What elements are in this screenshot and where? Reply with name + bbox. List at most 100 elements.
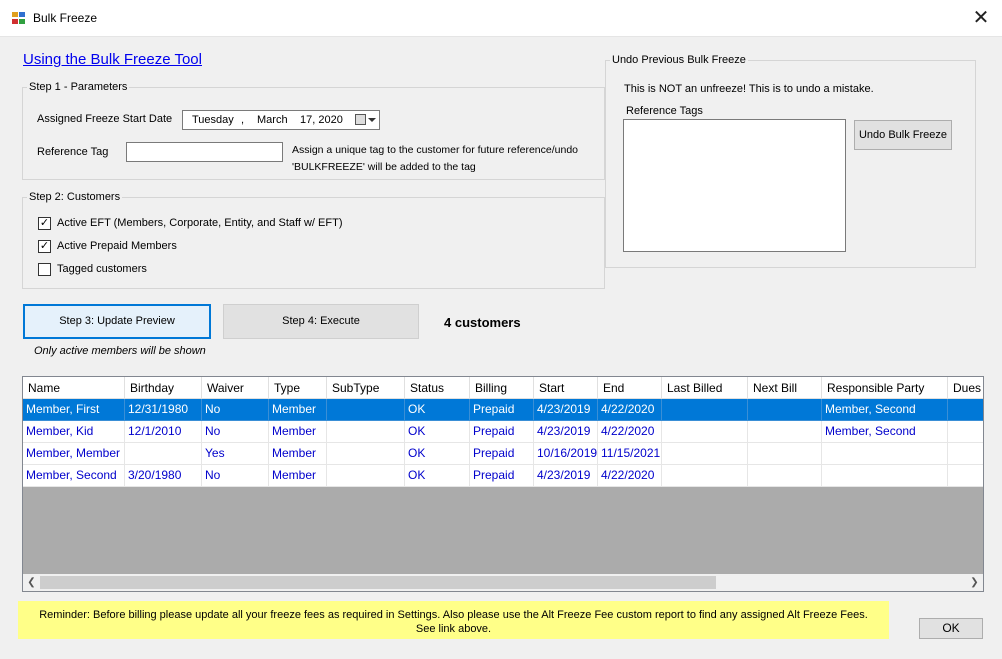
- date-separator: ,: [241, 114, 245, 126]
- freeze-start-date-picker[interactable]: Tuesday , March 17, 2020: [182, 110, 380, 130]
- column-header[interactable]: Birthday: [125, 377, 202, 399]
- table-cell[interactable]: [748, 399, 822, 421]
- table-cell[interactable]: OK: [405, 443, 470, 465]
- table-cell[interactable]: OK: [405, 465, 470, 487]
- table-cell[interactable]: [948, 399, 983, 421]
- column-header[interactable]: Status: [405, 377, 470, 399]
- title-bar: Bulk Freeze ✕: [0, 0, 1002, 37]
- reference-tags-list[interactable]: [623, 119, 846, 252]
- table-cell[interactable]: No: [202, 465, 269, 487]
- table-cell[interactable]: 11/15/2021: [598, 443, 662, 465]
- table-cell[interactable]: 3/20/1980: [125, 465, 202, 487]
- checkbox-active-prepaid[interactable]: ✓: [38, 240, 51, 253]
- update-preview-button[interactable]: Step 3: Update Preview: [23, 304, 211, 339]
- checkbox-tagged-customers[interactable]: [38, 263, 51, 276]
- table-cell[interactable]: [662, 421, 748, 443]
- table-cell[interactable]: 4/23/2019: [534, 399, 598, 421]
- date-month: March: [257, 114, 288, 126]
- table-cell[interactable]: No: [202, 399, 269, 421]
- checkbox-label-active-eft[interactable]: Active EFT (Members, Corporate, Entity, …: [57, 217, 342, 229]
- table-cell[interactable]: OK: [405, 421, 470, 443]
- date-daynum: 17, 2020: [300, 114, 343, 126]
- help-link[interactable]: Using the Bulk Freeze Tool: [23, 51, 202, 68]
- table-cell[interactable]: Member, First: [23, 399, 125, 421]
- table-cell[interactable]: [125, 443, 202, 465]
- preview-note: Only active members will be shown: [34, 345, 206, 357]
- column-header[interactable]: SubType: [327, 377, 405, 399]
- table-row[interactable]: Member, Member Yes Member OK Prepaid 10/16/20…: [23, 443, 983, 465]
- customer-grid[interactable]: Name Birthday Waiver Type SubType Status Billi…: [22, 376, 984, 592]
- horizontal-scrollbar[interactable]: ❮ ❯: [23, 574, 983, 591]
- undo-bulk-freeze-button[interactable]: Undo Bulk Freeze: [854, 120, 952, 150]
- table-cell[interactable]: 4/22/2020: [598, 399, 662, 421]
- table-cell[interactable]: Member: [269, 465, 327, 487]
- table-cell[interactable]: Member, Member: [23, 443, 125, 465]
- table-cell[interactable]: [327, 399, 405, 421]
- table-cell[interactable]: [748, 421, 822, 443]
- execute-button[interactable]: Step 4: Execute: [223, 304, 419, 339]
- column-header[interactable]: End: [598, 377, 662, 399]
- ok-button[interactable]: OK: [919, 618, 983, 639]
- table-cell[interactable]: [748, 443, 822, 465]
- table-cell[interactable]: [948, 465, 983, 487]
- table-row[interactable]: Member, Kid 12/1/2010 No Member OK Prepaid 4/2…: [23, 421, 983, 443]
- table-row[interactable]: Member, First 12/31/1980 No Member OK Prepaid…: [23, 399, 983, 421]
- undo-note: This is NOT an unfreeze! This is to undo…: [624, 83, 874, 95]
- scrollbar-thumb[interactable]: [40, 576, 716, 589]
- table-cell[interactable]: [948, 443, 983, 465]
- table-cell[interactable]: Member, Second: [822, 399, 948, 421]
- checkbox-label-tagged[interactable]: Tagged customers: [57, 263, 147, 275]
- column-header[interactable]: Dues: [948, 377, 983, 399]
- table-cell[interactable]: Prepaid: [470, 443, 534, 465]
- column-header[interactable]: Waiver: [202, 377, 269, 399]
- table-cell[interactable]: [662, 465, 748, 487]
- table-cell[interactable]: Prepaid: [470, 399, 534, 421]
- close-icon[interactable]: ✕: [960, 2, 1002, 34]
- table-cell[interactable]: 4/23/2019: [534, 421, 598, 443]
- table-cell[interactable]: [822, 443, 948, 465]
- table-cell[interactable]: Prepaid: [470, 465, 534, 487]
- table-cell[interactable]: 12/31/1980: [125, 399, 202, 421]
- table-cell[interactable]: Member: [269, 421, 327, 443]
- table-cell[interactable]: Member, Kid: [23, 421, 125, 443]
- column-header[interactable]: Name: [23, 377, 125, 399]
- table-cell[interactable]: Member: [269, 443, 327, 465]
- table-cell[interactable]: 12/1/2010: [125, 421, 202, 443]
- table-cell[interactable]: Yes: [202, 443, 269, 465]
- column-header[interactable]: Next Bill: [748, 377, 822, 399]
- column-header[interactable]: Start: [534, 377, 598, 399]
- table-cell[interactable]: No: [202, 421, 269, 443]
- checkbox-active-eft[interactable]: ✓: [38, 217, 51, 230]
- table-cell[interactable]: [822, 465, 948, 487]
- column-header[interactable]: Responsible Party: [822, 377, 948, 399]
- reference-tag-input[interactable]: [126, 142, 283, 162]
- table-cell[interactable]: [662, 443, 748, 465]
- scroll-right-icon[interactable]: ❯: [966, 574, 983, 591]
- app-icon: [12, 12, 26, 25]
- table-cell[interactable]: [748, 465, 822, 487]
- table-cell[interactable]: OK: [405, 399, 470, 421]
- chevron-down-icon[interactable]: [368, 118, 376, 122]
- table-cell[interactable]: Member, Second: [822, 421, 948, 443]
- calendar-icon[interactable]: [355, 114, 366, 125]
- table-cell[interactable]: 10/16/2019: [534, 443, 598, 465]
- table-cell[interactable]: 4/23/2019: [534, 465, 598, 487]
- table-cell[interactable]: Prepaid: [470, 421, 534, 443]
- table-cell[interactable]: [327, 421, 405, 443]
- reference-hint-line1: Assign a unique tag to the customer for …: [292, 144, 579, 156]
- table-cell[interactable]: 4/22/2020: [598, 421, 662, 443]
- reference-hint-line2: 'BULKFREEZE' will be added to the tag: [292, 161, 476, 173]
- checkbox-label-active-prepaid[interactable]: Active Prepaid Members: [57, 240, 177, 252]
- table-cell[interactable]: 4/22/2020: [598, 465, 662, 487]
- table-cell[interactable]: Member, Second: [23, 465, 125, 487]
- column-header[interactable]: Type: [269, 377, 327, 399]
- table-cell[interactable]: [327, 443, 405, 465]
- table-cell[interactable]: [327, 465, 405, 487]
- table-cell[interactable]: Member: [269, 399, 327, 421]
- table-cell[interactable]: [662, 399, 748, 421]
- table-row[interactable]: Member, Second 3/20/1980 No Member OK Prepaid…: [23, 465, 983, 487]
- table-cell[interactable]: [948, 421, 983, 443]
- scroll-left-icon[interactable]: ❮: [23, 574, 40, 591]
- column-header[interactable]: Last Billed: [662, 377, 748, 399]
- column-header[interactable]: Billing: [470, 377, 534, 399]
